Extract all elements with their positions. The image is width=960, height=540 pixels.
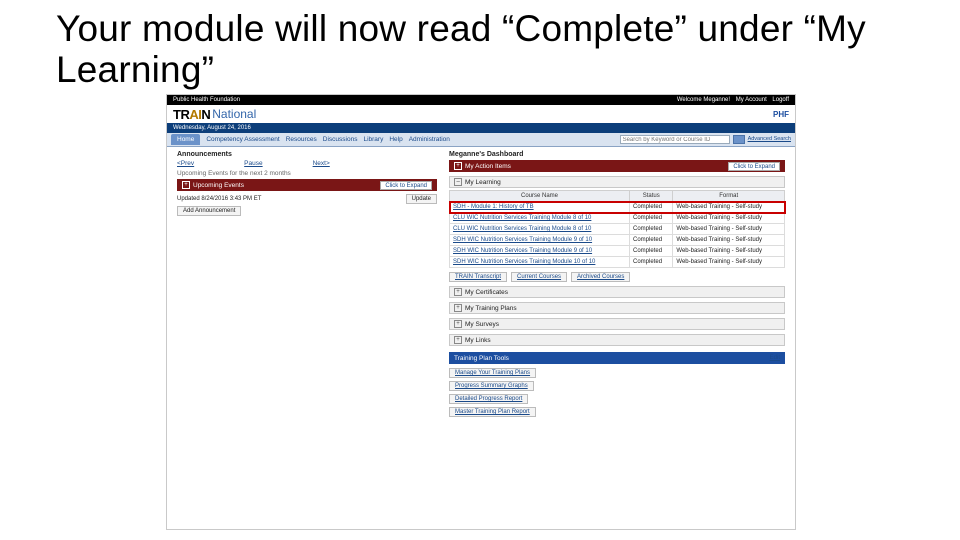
course-format: Web-based Training - Self-study (673, 202, 785, 213)
col-course-name[interactable]: Course Name (450, 191, 630, 202)
logoff-link[interactable]: Logoff (772, 97, 789, 103)
course-format: Web-based Training - Self-study (673, 213, 785, 224)
nav-help[interactable]: Help (389, 136, 402, 143)
upcoming-events-label: Upcoming Events (193, 182, 244, 189)
brand-text-x: AI (189, 107, 201, 122)
nav-library[interactable]: Library (363, 136, 383, 143)
train-transcript-button[interactable]: TRAIN Transcript (449, 272, 507, 282)
master-training-plan-button[interactable]: Master Training Plan Report (449, 407, 536, 417)
plus-icon: + (454, 162, 462, 170)
course-status: Completed (630, 235, 673, 246)
course-format: Web-based Training - Self-study (673, 257, 785, 268)
slide-title: Your module will now read “Complete” und… (0, 0, 960, 95)
brand-logo: TRAIN (173, 107, 210, 122)
brand-text-r: N (201, 107, 210, 122)
announcements-column: Announcements <Prev Pause Next> Upcoming… (177, 151, 437, 417)
acc-label: My Training Plans (465, 305, 517, 312)
nav-competency[interactable]: Competency Assessment (206, 136, 279, 143)
my-account-link[interactable]: My Account (736, 97, 767, 103)
manage-training-plans-button[interactable]: Manage Your Training Plans (449, 368, 536, 378)
course-status: Completed (630, 202, 673, 213)
course-status: Completed (630, 224, 673, 235)
navbar: Home Competency Assessment Resources Dis… (167, 133, 795, 147)
current-courses-button[interactable]: Current Courses (511, 272, 567, 282)
brand-sub: National (212, 107, 256, 121)
my-learning-label: My Learning (465, 179, 501, 186)
training-plan-tools-bar: Training Plan Tools Edit (449, 352, 785, 364)
detailed-progress-button[interactable]: Detailed Progress Report (449, 394, 528, 404)
course-format: Web-based Training - Self-study (673, 235, 785, 246)
dashboard-title: Meganne's Dashboard (449, 151, 785, 158)
acc-training-plans[interactable]: +My Training Plans (449, 302, 785, 314)
brand-right: PHF (773, 110, 789, 119)
col-format[interactable]: Format (673, 191, 785, 202)
col-status[interactable]: Status (630, 191, 673, 202)
course-format: Web-based Training - Self-study (673, 246, 785, 257)
advanced-search-link[interactable]: Advanced Search (748, 137, 791, 143)
plus-icon: + (454, 288, 462, 296)
topbar-left: Public Health Foundation (173, 97, 673, 103)
acc-label: My Links (465, 337, 491, 344)
search-go-button[interactable] (733, 135, 745, 144)
acc-surveys[interactable]: +My Surveys (449, 318, 785, 330)
table-row: CLU WIC Nutrition Services Training Modu… (450, 213, 785, 224)
my-learning-bar[interactable]: − My Learning (449, 176, 785, 188)
table-row: SDH WIC Nutrition Services Training Modu… (450, 235, 785, 246)
upcoming-expand-button[interactable]: Click to Expand (380, 181, 432, 190)
course-link[interactable]: SDH WIC Nutrition Services Training Modu… (450, 235, 630, 246)
brand-text-l: TR (173, 107, 189, 122)
course-status: Completed (630, 213, 673, 224)
search-input[interactable] (620, 135, 730, 144)
upcoming-events-bar[interactable]: + Upcoming Events Click to Expand (177, 179, 437, 191)
tools-label: Training Plan Tools (454, 355, 509, 362)
updated-text: Updated 8/24/2016 3:43 PM ET (177, 196, 261, 202)
archived-courses-button[interactable]: Archived Courses (571, 272, 630, 282)
course-format: Web-based Training - Self-study (673, 224, 785, 235)
action-expand-button[interactable]: Click to Expand (728, 162, 780, 171)
nav-home[interactable]: Home (171, 134, 200, 145)
course-status: Completed (630, 246, 673, 257)
upcoming-months: Upcoming Events for the next 2 months (177, 170, 437, 177)
course-link[interactable]: CLU WIC Nutrition Services Training Modu… (450, 213, 630, 224)
dashboard-column: Meganne's Dashboard + My Action Items Cl… (449, 151, 785, 417)
announcements-title: Announcements (177, 151, 437, 158)
table-row: SDH WIC Nutrition Services Training Modu… (450, 246, 785, 257)
table-row: CLU WIC Nutrition Services Training Modu… (450, 224, 785, 235)
action-items-label: My Action Items (465, 163, 511, 170)
update-button[interactable]: Update (406, 194, 437, 204)
topbar: Public Health Foundation Welcome Meganne… (167, 95, 795, 105)
courses-table: Course Name Status Format SDH - Module 1… (449, 190, 785, 268)
annc-next[interactable]: Next> (313, 160, 330, 167)
table-row: SDH - Module 1: History of TB Completed … (450, 202, 785, 213)
plus-icon: + (454, 320, 462, 328)
course-link[interactable]: CLU WIC Nutrition Services Training Modu… (450, 224, 630, 235)
progress-summary-button[interactable]: Progress Summary Graphs (449, 381, 534, 391)
acc-label: My Surveys (465, 321, 499, 328)
plus-icon: + (454, 304, 462, 312)
nav-discussions[interactable]: Discussions (323, 136, 358, 143)
acc-label: My Certificates (465, 289, 508, 296)
welcome-text: Welcome Meganne! (677, 97, 730, 103)
acc-certificates[interactable]: +My Certificates (449, 286, 785, 298)
nav-resources[interactable]: Resources (286, 136, 317, 143)
course-link[interactable]: SDH - Module 1: History of TB (450, 202, 630, 213)
annc-prev[interactable]: <Prev (177, 160, 194, 167)
train-app: Public Health Foundation Welcome Meganne… (166, 94, 796, 530)
course-status: Completed (630, 257, 673, 268)
course-link[interactable]: SDH WIC Nutrition Services Training Modu… (450, 246, 630, 257)
minus-icon: − (454, 178, 462, 186)
plus-icon: + (454, 336, 462, 344)
action-items-bar[interactable]: + My Action Items Click to Expand (449, 160, 785, 172)
nav-admin[interactable]: Administration (409, 136, 450, 143)
acc-links[interactable]: +My Links (449, 334, 785, 346)
tools-edit-link[interactable]: Edit (770, 355, 780, 361)
course-link[interactable]: SDH WIC Nutrition Services Training Modu… (450, 257, 630, 268)
date-bar: Wednesday, August 24, 2016 (167, 123, 795, 133)
plus-icon: + (182, 181, 190, 189)
add-announcement-button[interactable]: Add Announcement (177, 206, 241, 216)
annc-pause[interactable]: Pause (244, 160, 262, 167)
brand-bar: TRAIN National PHF (167, 105, 795, 123)
table-row: SDH WIC Nutrition Services Training Modu… (450, 257, 785, 268)
